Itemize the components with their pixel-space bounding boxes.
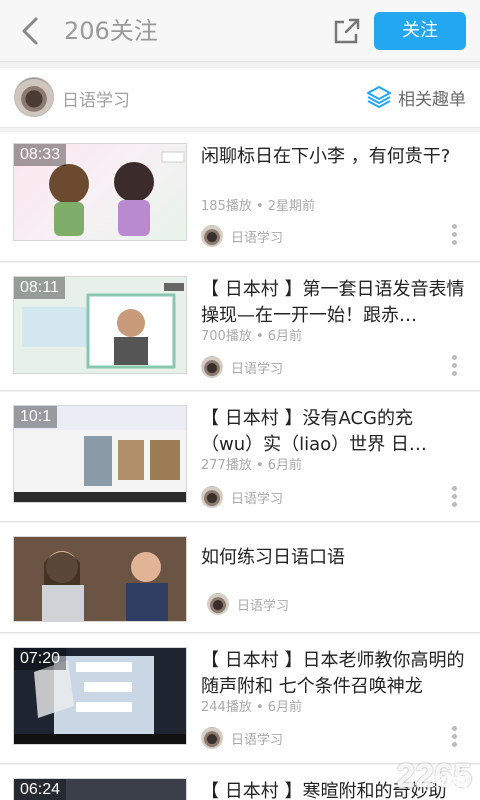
video-meta: 700播放 • 6月前 bbox=[201, 329, 303, 344]
back-arrow-icon[interactable] bbox=[14, 14, 48, 48]
channel-avatar[interactable] bbox=[14, 77, 54, 117]
uploader-avatar bbox=[207, 593, 229, 615]
follow-button[interactable]: 关注 bbox=[374, 12, 466, 50]
two-people-talking-image bbox=[14, 537, 186, 621]
channel-name[interactable]: 日语学习 bbox=[62, 86, 130, 111]
video-thumbnail[interactable]: 08:33 bbox=[13, 143, 187, 241]
uploader-avatar bbox=[201, 486, 223, 508]
video-item[interactable]: 如何练习日语口语 日语学习 bbox=[0, 523, 480, 633]
uploader-avatar bbox=[201, 356, 223, 378]
video-uploader[interactable]: 日语学习 bbox=[207, 593, 289, 615]
video-uploader[interactable]: 日语学习 bbox=[201, 727, 283, 749]
top-bar: 206关注 关注 bbox=[0, 0, 480, 62]
uploader-name: 日语学习 bbox=[237, 598, 290, 614]
uploader-name: 日语学习 bbox=[231, 491, 284, 507]
video-thumbnail[interactable]: 06:24 bbox=[13, 778, 187, 800]
video-duration: 10:1 bbox=[14, 406, 58, 428]
share-icon[interactable] bbox=[330, 14, 364, 48]
layers-icon bbox=[367, 86, 391, 108]
channel-row[interactable]: 日语学习 相关趣单 bbox=[0, 68, 480, 128]
video-meta: 244播放 • 6月前 bbox=[201, 700, 303, 715]
uploader-name: 日语学习 bbox=[231, 732, 284, 748]
watermark-subtitle: 手游网 bbox=[431, 775, 468, 789]
video-duration: 08:11 bbox=[14, 277, 65, 299]
video-duration: 08:33 bbox=[14, 144, 67, 166]
video-thumbnail[interactable]: 10:1 bbox=[13, 405, 187, 503]
video-item[interactable]: 08:33 闲聊标日在下小李 ，有何贵干? 185播放 • 2星期前 日语学习 bbox=[0, 132, 480, 262]
video-meta: 277播放 • 6月前 bbox=[201, 458, 303, 473]
video-title[interactable]: 【 日本村 】日本老师教你高明的随声附和 七个条件召唤神龙 bbox=[201, 648, 466, 700]
video-title[interactable]: 【 日本村 】没有ACG的充（wu）实（liao）世界 日… bbox=[201, 406, 466, 458]
related-playlists-label: 相关趣单 bbox=[398, 89, 466, 110]
uploader-name: 日语学习 bbox=[231, 361, 284, 377]
video-title[interactable]: 如何练习日语口语 bbox=[201, 545, 466, 571]
uploader-avatar bbox=[201, 727, 223, 749]
video-meta: 185播放 • 2星期前 bbox=[201, 199, 316, 214]
video-thumbnail[interactable] bbox=[13, 536, 187, 622]
video-uploader[interactable]: 日语学习 bbox=[201, 356, 283, 378]
video-thumbnail[interactable]: 08:11 bbox=[13, 276, 187, 374]
video-title[interactable]: 闲聊标日在下小李 ，有何贵干? bbox=[201, 144, 466, 170]
video-item[interactable]: 10:1 【 日本村 】没有ACG的充（wu）实（liao）世界 日… 277播… bbox=[0, 392, 480, 522]
video-uploader[interactable]: 日语学习 bbox=[201, 225, 283, 247]
video-duration: 06:24 bbox=[14, 779, 67, 800]
video-title[interactable]: 【 日本村 】第一套日语发音表情操现—在一开一始！跟赤… bbox=[201, 277, 466, 329]
more-options-icon[interactable] bbox=[452, 486, 458, 510]
more-options-icon[interactable] bbox=[452, 224, 458, 248]
video-item[interactable]: 07:20 【 日本村 】日本老师教你高明的随声附和 七个条件召唤神龙 244播… bbox=[0, 634, 480, 764]
video-thumbnail[interactable]: 07:20 bbox=[13, 647, 187, 745]
video-item[interactable]: 08:11 【 日本村 】第一套日语发音表情操现—在一开一始！跟赤… 700播放… bbox=[0, 263, 480, 391]
video-uploader[interactable]: 日语学习 bbox=[201, 486, 283, 508]
more-options-icon[interactable] bbox=[452, 355, 458, 379]
page-title: 206关注 bbox=[64, 17, 158, 45]
related-playlists-link[interactable]: 相关趣单 bbox=[366, 84, 466, 110]
more-options-icon[interactable] bbox=[452, 726, 458, 750]
uploader-name: 日语学习 bbox=[231, 230, 284, 246]
uploader-avatar bbox=[201, 225, 223, 247]
video-duration: 07:20 bbox=[14, 648, 67, 670]
